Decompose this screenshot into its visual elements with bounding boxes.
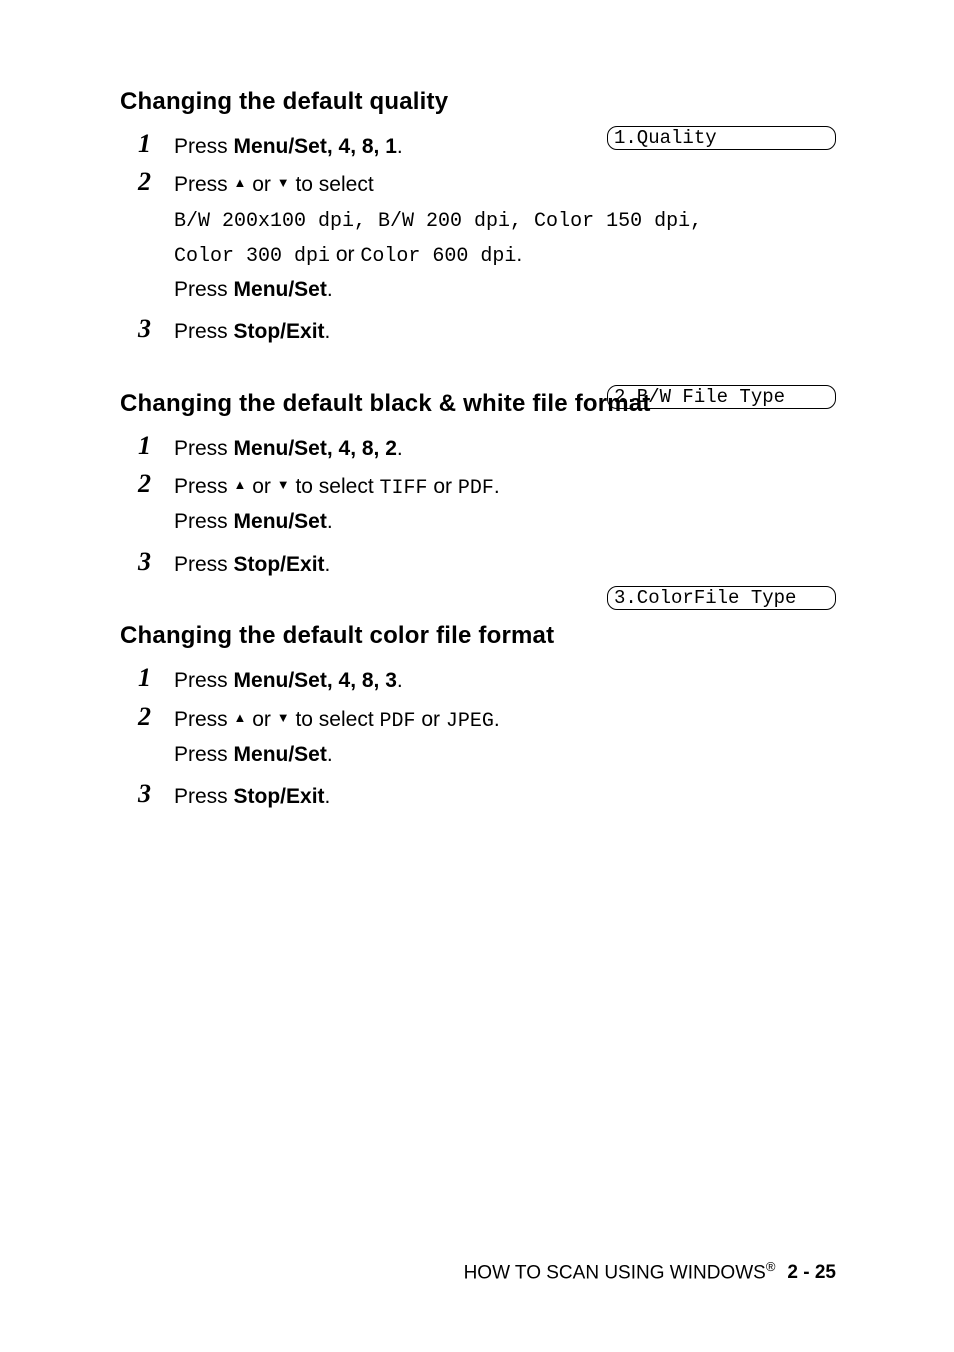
text: or (330, 243, 360, 266)
page-number: 2 - 25 (787, 1262, 836, 1283)
option: Color 600 dpi (360, 245, 516, 268)
section-color-file-format: Changing the default color file format 3… (120, 622, 836, 812)
text: . (397, 437, 403, 460)
text: or (246, 173, 276, 196)
text: Press (174, 785, 234, 808)
text: . (516, 243, 522, 266)
up-triangle-icon: ▲ (234, 174, 247, 193)
lcd-display: 2.B/W File Type (607, 385, 836, 409)
key-sequence: , 4, 8, 2 (327, 437, 397, 460)
key-menu-set: Menu/Set (234, 437, 327, 460)
key-menu-set: Menu/Set (234, 510, 327, 533)
text: . (494, 708, 500, 731)
key-menu-set: Menu/Set (234, 278, 327, 301)
text: Press (174, 669, 234, 692)
text: to select (290, 708, 380, 731)
text: . (325, 785, 331, 808)
step-1: 1 Press Menu/Set, 4, 8, 2. (138, 430, 836, 464)
step-3: 3 Press Stop/Exit. (138, 313, 836, 347)
lcd-display: 3.ColorFile Type (607, 586, 836, 610)
option: PDF (458, 477, 494, 500)
registered-icon: ® (766, 1259, 776, 1274)
text: Press (174, 553, 234, 576)
step-1: 1 Press Menu/Set, 4, 8, 3. (138, 662, 836, 696)
step-number: 1 (138, 430, 174, 461)
step-2: 2 Press ▲ or ▼ to select PDF or JPEG. Pr… (138, 701, 836, 774)
text: or (246, 475, 276, 498)
section-default-quality: Changing the default quality 1.Quality 1… (120, 88, 836, 348)
step-number: 3 (138, 313, 174, 344)
step-body: Press ▲ or ▼ to select TIFF or PDF. Pres… (174, 468, 836, 541)
text: to select (290, 475, 380, 498)
step-number: 3 (138, 778, 174, 809)
step-body: Press ▲ or ▼ to select PDF or JPEG. Pres… (174, 701, 836, 774)
text: . (494, 475, 500, 498)
text: Press (174, 437, 234, 460)
step-number: 2 (138, 166, 174, 197)
option: TIFF (380, 477, 428, 500)
step-number: 1 (138, 128, 174, 159)
step-body: Press Stop/Exit. (174, 546, 836, 580)
key-menu-set: Menu/Set (234, 669, 327, 692)
text: . (327, 510, 333, 533)
text: Press (174, 135, 234, 158)
step-body: Press Menu/Set, 4, 8, 3. (174, 662, 836, 696)
step-3: 3 Press Stop/Exit. (138, 778, 836, 812)
text: . (397, 669, 403, 692)
key-sequence: , 4, 8, 1 (327, 135, 397, 158)
step-3: 3 Press Stop/Exit. (138, 546, 836, 580)
key-sequence: , 4, 8, 3 (327, 669, 397, 692)
key-stop-exit: Stop/Exit (234, 320, 325, 343)
text: . (397, 135, 403, 158)
text: Press (174, 743, 234, 766)
section-bw-file-format: Changing the default black & white file … (120, 390, 836, 580)
text: or (428, 475, 458, 498)
section-title: Changing the default quality (120, 88, 836, 116)
up-triangle-icon: ▲ (234, 476, 247, 495)
text: to select (290, 173, 374, 196)
down-triangle-icon: ▼ (277, 476, 290, 495)
step-body: Press Menu/Set, 4, 8, 2. (174, 430, 836, 464)
text: Press (174, 278, 234, 301)
page-footer: HOW TO SCAN USING WINDOWS® 2 - 25 (464, 1259, 836, 1284)
step-number: 2 (138, 468, 174, 499)
option: PDF (380, 710, 416, 733)
steps-list: 1 Press Menu/Set, 4, 8, 3. 2 Press ▲ or … (138, 662, 836, 812)
key-stop-exit: Stop/Exit (234, 785, 325, 808)
text: Press (174, 510, 234, 533)
step-2: 2 Press ▲ or ▼ to select TIFF or PDF. Pr… (138, 468, 836, 541)
step-number: 1 (138, 662, 174, 693)
step-2: 2 Press ▲ or ▼ to select B/W 200x100 dpi… (138, 166, 836, 309)
text: Press (174, 173, 234, 196)
step-body: Press ▲ or ▼ to select B/W 200x100 dpi, … (174, 166, 836, 309)
key-menu-set: Menu/Set (234, 743, 327, 766)
step-number: 2 (138, 701, 174, 732)
text: or (246, 708, 276, 731)
up-triangle-icon: ▲ (234, 709, 247, 728)
footer-text: HOW TO SCAN USING WINDOWS (464, 1262, 766, 1283)
text: Press (174, 708, 234, 731)
key-menu-set: Menu/Set (234, 135, 327, 158)
step-number: 3 (138, 546, 174, 577)
down-triangle-icon: ▼ (277, 174, 290, 193)
steps-list: 1 Press Menu/Set, 4, 8, 2. 2 Press ▲ or … (138, 430, 836, 580)
step-body: Press Stop/Exit. (174, 778, 836, 812)
option-list: B/W 200x100 dpi, B/W 200 dpi, Color 150 … (174, 210, 702, 233)
text: . (325, 320, 331, 343)
text: or (416, 708, 446, 731)
down-triangle-icon: ▼ (277, 709, 290, 728)
key-stop-exit: Stop/Exit (234, 553, 325, 576)
option: JPEG (446, 710, 494, 733)
text: Press (174, 320, 234, 343)
steps-list: 1 Press Menu/Set, 4, 8, 1. 2 Press ▲ or … (138, 128, 836, 348)
text: . (325, 553, 331, 576)
text: . (327, 278, 333, 301)
text: Press (174, 475, 234, 498)
text: . (327, 743, 333, 766)
step-body: Press Stop/Exit. (174, 313, 836, 347)
section-title: Changing the default color file format (120, 622, 836, 650)
lcd-display: 1.Quality (607, 126, 836, 150)
option: Color 300 dpi (174, 245, 330, 268)
